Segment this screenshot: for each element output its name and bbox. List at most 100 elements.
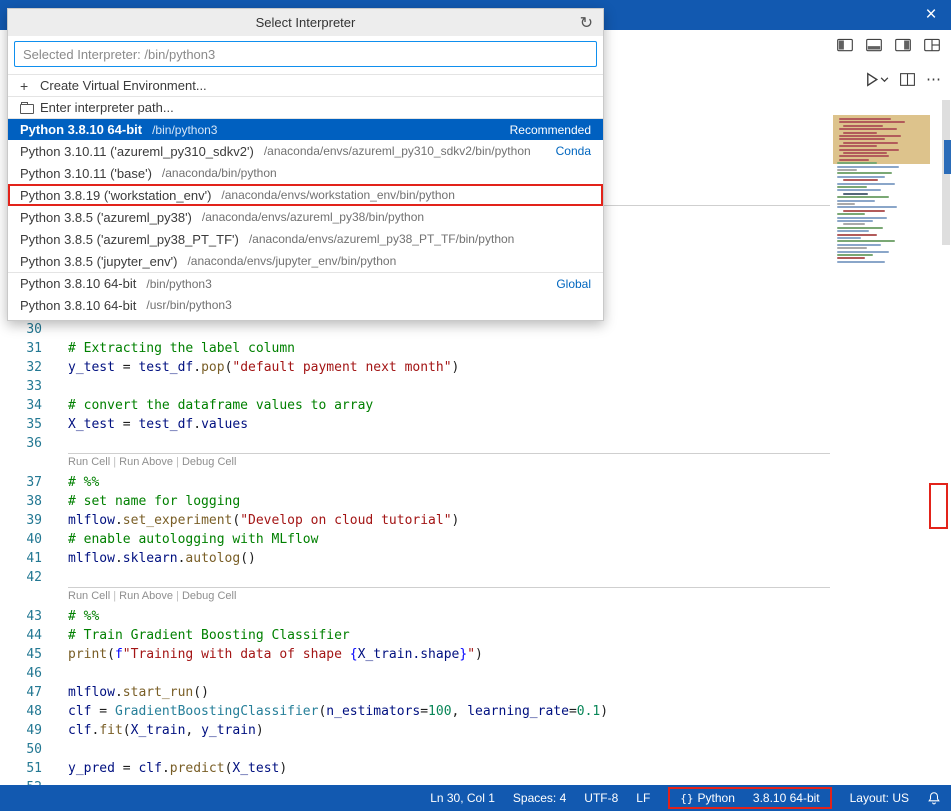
minimap-line [837, 234, 877, 236]
minimap-line [839, 149, 899, 151]
code-line: 43# %% [0, 607, 830, 626]
codelens-separator: | [110, 456, 119, 468]
interpreter-option[interactable]: Python 3.8.10 64-bit/usr/bin/python3 [8, 294, 603, 316]
line-number: 34 [0, 396, 42, 415]
minimap-line [837, 189, 881, 191]
notifications-bell-icon[interactable] [927, 791, 941, 805]
toggle-primary-sidebar-icon[interactable] [836, 36, 854, 54]
quickpick-command[interactable]: +Create Virtual Environment... [8, 74, 603, 96]
interpreter-path: /bin/python3 [146, 277, 211, 291]
layout-controls [836, 36, 941, 54]
line-number: 32 [0, 358, 42, 377]
interpreter-option[interactable]: Python 3.8.5 ('jupyter_env')/anaconda/en… [8, 250, 603, 272]
code-line: 38# set name for logging [0, 492, 830, 511]
code-text: mlflow.set_experiment("Develop on cloud … [68, 511, 459, 530]
minimap-line [837, 230, 869, 232]
interpreter-option[interactable]: Python 3.8.10 64-bit/bin/python3Global [8, 272, 603, 294]
interpreter-option[interactable]: Python 3.8.5 ('azureml_py38')/anaconda/e… [8, 206, 603, 228]
status-item[interactable]: Ln 30, Col 1 [430, 791, 495, 805]
minimap-line [837, 261, 885, 263]
quickpick-command[interactable]: Enter interpreter path... [8, 96, 603, 118]
dialog-title: Select Interpreter [256, 15, 356, 30]
interpreter-path: /anaconda/envs/azureml_py38_PT_TF/bin/py… [249, 232, 515, 246]
interpreter-search-input[interactable] [14, 41, 597, 67]
code-line: 41mlflow.sklearn.autolog() [0, 549, 830, 568]
minimap-line [837, 257, 865, 259]
interpreter-path: /anaconda/envs/workstation_env/bin/pytho… [221, 188, 455, 202]
minimap[interactable] [833, 115, 930, 273]
codelens-debug-cell[interactable]: Debug Cell [182, 456, 236, 468]
language-mode-indicator[interactable]: {}Python [680, 791, 735, 805]
code-line: 48clf = GradientBoostingClassifier(n_est… [0, 702, 830, 721]
line-number: 46 [0, 664, 42, 683]
interpreter-option[interactable]: Python 3.10.11 ('base')/anaconda/bin/pyt… [8, 162, 603, 184]
minimap-line [839, 118, 891, 120]
status-bar: Ln 30, Col 1 Spaces: 4 UTF-8 LF {}Python 3.… [0, 785, 951, 811]
code-text: X_test = test_df.values [68, 415, 248, 434]
run-python-file-icon[interactable] [863, 71, 889, 88]
minimap-line [843, 152, 887, 154]
code-text: mlflow.start_run() [68, 683, 209, 702]
customize-layout-icon[interactable] [923, 36, 941, 54]
minimap-line [843, 210, 885, 212]
line-number: 31 [0, 339, 42, 358]
minimap-line [837, 254, 873, 256]
interpreter-path: /usr/bin/python3 [146, 298, 231, 312]
code-line: 47mlflow.start_run() [0, 683, 830, 702]
interpreter-option[interactable]: Python 3.8.10 64-bit/bin/python3Recommen… [8, 118, 603, 140]
command-label: Create Virtual Environment... [40, 78, 207, 93]
minimap-line [837, 176, 885, 178]
line-number: 40 [0, 530, 42, 549]
minimap-line [837, 227, 883, 229]
line-number: 50 [0, 740, 42, 759]
refresh-icon[interactable]: ↻ [580, 9, 593, 36]
line-number: 51 [0, 759, 42, 778]
window-close-icon[interactable]: × [915, 0, 947, 30]
code-line: 40 # enable autologging with MLflow [0, 530, 830, 549]
status-item[interactable]: UTF-8 [584, 791, 618, 805]
minimap-line [843, 125, 883, 127]
codelens-run-above[interactable]: Run Above [119, 456, 173, 468]
code-text: # enable autologging with MLflow [68, 530, 318, 549]
code-text: clf.fit(X_train, y_train) [68, 721, 264, 740]
code-text: print(f"Training with data of shape {X_t… [68, 645, 483, 664]
interpreter-option[interactable]: Python 3.8.5 ('azureml_py38_PT_TF')/anac… [8, 228, 603, 250]
python-interpreter-indicator[interactable]: 3.8.10 64-bit [753, 791, 820, 805]
minimap-line [837, 220, 873, 222]
minimap-line [837, 251, 889, 253]
toggle-panel-icon[interactable] [865, 36, 883, 54]
code-line: 50 [0, 740, 830, 759]
toggle-secondary-sidebar-icon[interactable] [894, 36, 912, 54]
recommended-badge: Recommended [510, 123, 591, 137]
group-label: Global [556, 277, 591, 291]
code-line: 35X_test = test_df.values [0, 415, 830, 434]
code-line: 45print(f"Training with data of shape {X… [0, 645, 830, 664]
interpreter-option[interactable]: Python 3.10.11 ('azureml_py310_sdkv2')/a… [8, 140, 603, 162]
minimap-line [837, 244, 881, 246]
code-line: 33 [0, 377, 830, 396]
codelens-run-cell[interactable]: Run Cell [68, 456, 110, 468]
code-line: 39mlflow.set_experiment("Develop on clou… [0, 511, 830, 530]
status-item[interactable]: Spaces: 4 [513, 791, 566, 805]
codelens-run-cell[interactable]: Run Cell [68, 590, 110, 602]
codelens-run-above[interactable]: Run Above [119, 590, 173, 602]
interpreter-option[interactable]: Python 3.8.19 ('workstation_env')/anacon… [8, 184, 603, 206]
minimap-line [837, 183, 895, 185]
status-item[interactable]: LF [636, 791, 650, 805]
code-line: 51y_pred = clf.predict(X_test) [0, 759, 830, 778]
code-text: # %% [68, 607, 99, 626]
minimap-line [837, 196, 889, 198]
split-editor-icon[interactable] [899, 71, 916, 88]
interpreter-name: Python 3.8.10 64-bit [20, 122, 142, 137]
folder-icon [20, 102, 40, 114]
more-actions-icon[interactable]: ⋯ [926, 72, 941, 88]
minimap-line [837, 162, 877, 164]
interpreter-list: +Create Virtual Environment...Enter inte… [8, 71, 603, 320]
line-number: 37 [0, 473, 42, 492]
minimap-line [837, 237, 861, 239]
codelens-debug-cell[interactable]: Debug Cell [182, 590, 236, 602]
interpreter-path: /anaconda/envs/azureml_py38/bin/python [202, 210, 424, 224]
line-number: 42 [0, 568, 42, 587]
line-number: 49 [0, 721, 42, 740]
keyboard-layout-indicator[interactable]: Layout: US [850, 791, 909, 805]
